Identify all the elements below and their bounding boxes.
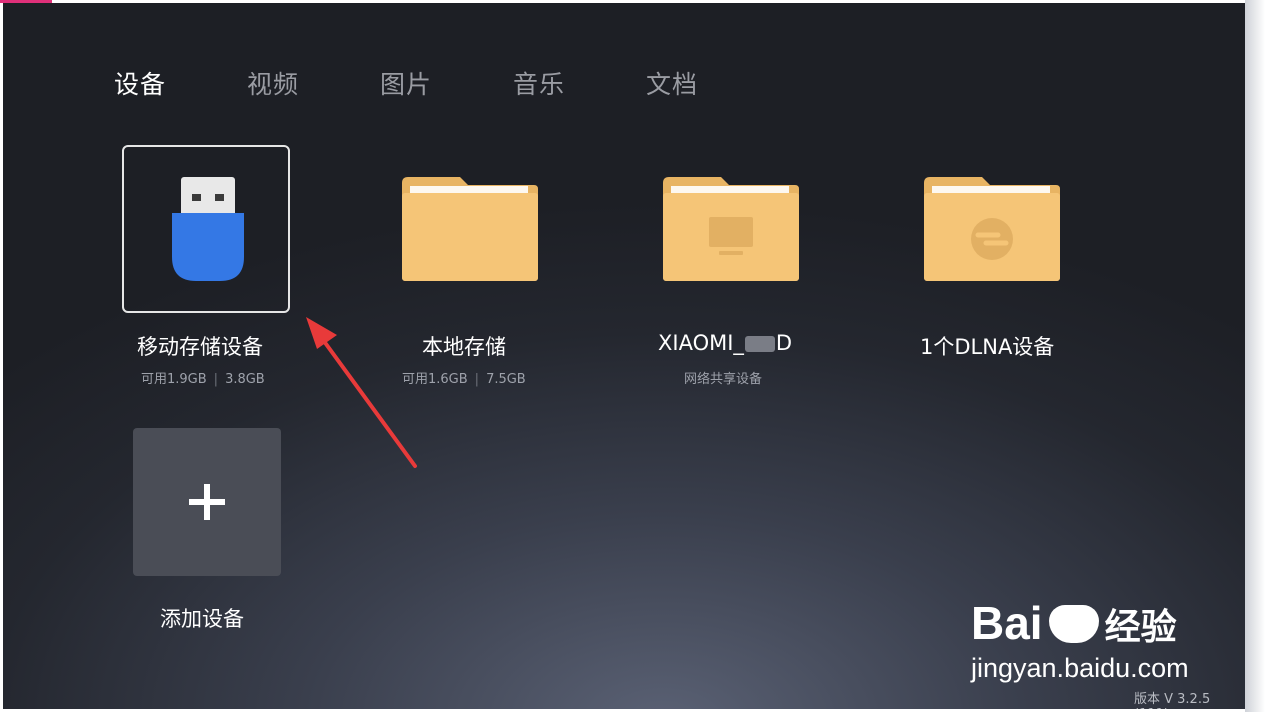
usb-storage-available: 可用1.9GB | 3.8GB	[141, 372, 265, 387]
tab-devices[interactable]: 设备	[114, 65, 166, 101]
file-manager-screen: 设备 视频 图片 音乐 文档 移动存储设备 可用1.9GB | 3.8GB 本地存储…	[3, 3, 1245, 709]
version-label: 版本 V 3.2.5 (111)	[1134, 692, 1211, 709]
network-folder-icon	[663, 177, 799, 281]
dlna-title: 1个DLNA设备	[920, 335, 1055, 359]
tab-images[interactable]: 图片	[380, 65, 432, 101]
paw-icon	[1048, 605, 1099, 643]
plus-icon	[189, 484, 225, 520]
tab-videos[interactable]: 视频	[247, 65, 299, 101]
baidu-logo: Bai 经验	[971, 597, 1177, 649]
arrow-annotation-icon	[306, 317, 417, 468]
add-device-button[interactable]	[133, 428, 281, 576]
local-storage-title: 本地存储	[422, 335, 506, 359]
add-device-label: 添加设备	[160, 607, 244, 631]
tab-music[interactable]: 音乐	[513, 65, 565, 101]
usb-storage-title: 移动存储设备	[137, 335, 263, 359]
redacted-blur	[744, 336, 775, 352]
folder-icon	[402, 177, 538, 281]
network-share-title: XIAOMI_ D	[658, 331, 793, 355]
usb-drive-icon	[172, 177, 244, 281]
window-edge	[1245, 0, 1265, 712]
network-share-subtitle: 网络共享设备	[684, 372, 763, 387]
dlna-folder-icon	[924, 177, 1060, 281]
tab-documents[interactable]: 文档	[646, 65, 698, 101]
watermark-url: jingyan.baidu.com	[971, 653, 1189, 683]
